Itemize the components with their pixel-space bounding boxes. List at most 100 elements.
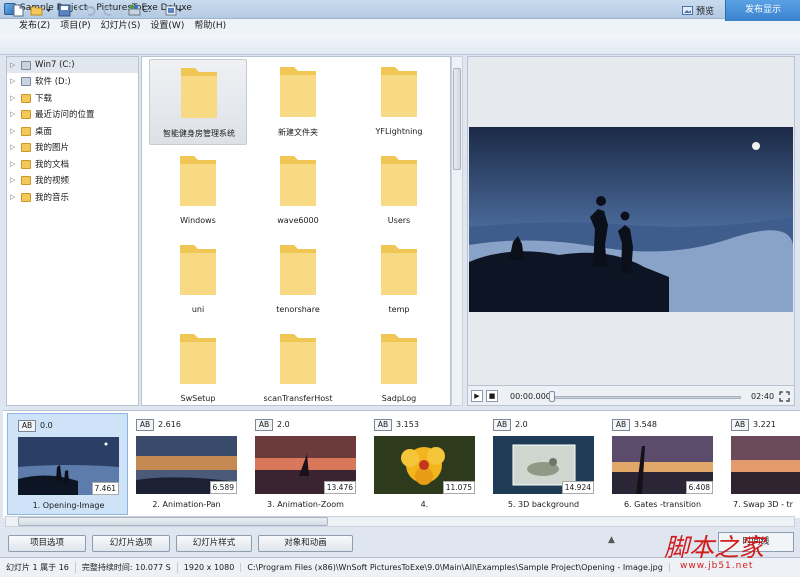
folder-item[interactable]: Users xyxy=(350,148,448,234)
slide-style-button[interactable]: 幻灯片样式 xyxy=(176,535,252,552)
objects-animation-button[interactable]: 对象和动画 xyxy=(258,535,353,552)
folder-scrollbar-thumb[interactable] xyxy=(453,68,461,170)
ab-badge[interactable]: AB xyxy=(374,419,392,431)
folder-icon xyxy=(381,245,417,295)
folder-grid: 智能健身房管理系统 新建文件夹 YFLightning Windows wave… xyxy=(141,56,451,406)
timeline-scrollbar-thumb[interactable] xyxy=(18,517,328,526)
folder-item[interactable]: uni xyxy=(149,237,247,323)
toolbar-separator xyxy=(77,4,78,17)
slide-transition-time: 3.221 xyxy=(753,420,776,429)
folder-icon xyxy=(21,192,31,202)
folder-item[interactable]: scanTransferHost xyxy=(249,326,347,405)
menu-project[interactable]: 项目(P) xyxy=(55,19,95,34)
dropdown-arrow-icon[interactable] xyxy=(45,4,52,17)
view-mode-icon[interactable] xyxy=(165,4,183,17)
ab-badge[interactable]: AB xyxy=(18,420,36,432)
slide-item[interactable]: AB 0.0 7.461 1. Opening-Image xyxy=(7,413,128,515)
slide-name: 2. Animation-Pan xyxy=(152,500,221,509)
tree-item-music[interactable]: ▷ 我的音乐 xyxy=(7,189,138,205)
slide-thumbnail: 13.476 xyxy=(255,436,356,494)
folder-label: Users xyxy=(387,216,411,225)
play-button[interactable]: ▶ xyxy=(471,390,483,402)
time-slider-thumb[interactable] xyxy=(549,391,555,402)
status-resolution: 1920 x 1080 xyxy=(178,563,242,572)
folder-icon xyxy=(180,334,216,384)
time-slider[interactable] xyxy=(551,396,741,399)
tree-item-drive-c[interactable]: ▷ Win7 (C:) xyxy=(7,57,138,73)
expand-arrow-icon[interactable]: ▷ xyxy=(10,77,18,85)
slide-item[interactable]: AB 3.548 6.408 6. Gates -transition xyxy=(602,413,723,515)
save-icon[interactable] xyxy=(58,4,71,17)
expand-arrow-icon[interactable]: ▷ xyxy=(10,61,18,69)
ab-badge[interactable]: AB xyxy=(612,419,630,431)
preview-icon xyxy=(682,6,693,15)
slide-name: 3. Animation-Zoom xyxy=(267,500,344,509)
fullscreen-icon[interactable] xyxy=(779,391,790,402)
watermark-logo: 脚本之家 xyxy=(664,533,765,562)
tree-item-recent[interactable]: ▷ 最近访问的位置 xyxy=(7,106,138,122)
tree-item-drive-d[interactable]: ▷ 软件 (D:) xyxy=(7,73,138,89)
drive-label[interactable]: C: xyxy=(142,5,151,15)
expand-arrow-icon[interactable]: ▷ xyxy=(10,127,18,135)
expand-arrow-icon[interactable]: ▷ xyxy=(10,160,18,168)
tree-item-documents[interactable]: ▷ 我的文档 xyxy=(7,156,138,172)
ab-badge[interactable]: AB xyxy=(731,419,749,431)
slide-item[interactable]: AB 2.0 13.476 3. Animation-Zoom xyxy=(245,413,366,515)
folder-label: tenorshare xyxy=(276,305,320,314)
tree-item-videos[interactable]: ▷ 我的视频 xyxy=(7,172,138,188)
folder-icon xyxy=(280,67,316,117)
slide-thumbnail: 6.589 xyxy=(136,436,237,494)
menu-publish[interactable]: 发布(Z) xyxy=(14,19,55,34)
undo-icon[interactable] xyxy=(84,4,97,17)
expand-arrow-icon[interactable]: ▷ xyxy=(10,143,18,151)
slide-item[interactable]: AB 3.221 7. Swap 3D - tr xyxy=(721,413,800,515)
new-file-icon[interactable] xyxy=(12,4,25,17)
folder-item[interactable]: YFLightning xyxy=(350,59,448,145)
menu-help[interactable]: 帮助(H) xyxy=(189,19,231,34)
tree-item-label: Win7 (C:) xyxy=(35,60,75,70)
folder-label: temp xyxy=(388,305,410,314)
ab-badge[interactable]: AB xyxy=(255,419,273,431)
folder-item[interactable]: 新建文件夹 xyxy=(249,59,347,145)
drive-icon[interactable] xyxy=(128,4,141,17)
slide-name: 6. Gates -transition xyxy=(623,500,702,509)
project-options-button[interactable]: 项目选项 xyxy=(8,535,86,552)
menu-settings[interactable]: 设置(W) xyxy=(145,19,189,34)
expand-arrow-icon[interactable]: ▷ xyxy=(10,110,18,118)
publish-show-button[interactable]: 发布显示 xyxy=(725,0,800,21)
collapse-arrow-icon[interactable]: ▲ xyxy=(608,535,615,545)
folder-label: scanTransferHost xyxy=(263,394,333,403)
folder-item[interactable]: tenorshare xyxy=(249,237,347,323)
slide-duration: 6.408 xyxy=(685,481,713,494)
slide-item[interactable]: AB 3.153 11.075 4. xyxy=(364,413,485,515)
slide-item[interactable]: AB 2.0 14.924 5. 3D background xyxy=(483,413,604,515)
ab-badge[interactable]: AB xyxy=(493,419,511,431)
toolbar xyxy=(0,34,800,55)
expand-arrow-icon[interactable]: ▷ xyxy=(10,193,18,201)
open-folder-icon[interactable] xyxy=(30,4,43,17)
folder-item[interactable]: temp xyxy=(350,237,448,323)
expand-arrow-icon[interactable]: ▷ xyxy=(10,176,18,184)
folder-label: Windows xyxy=(180,216,216,225)
folder-item[interactable]: 智能健身房管理系统 xyxy=(149,59,247,145)
folder-item[interactable]: wave6000 xyxy=(249,148,347,234)
tree-item-downloads[interactable]: ▷ 下载 xyxy=(7,90,138,106)
slide-item[interactable]: AB 2.616 6.589 2. Animation-Pan xyxy=(126,413,247,515)
folder-item[interactable]: Windows xyxy=(149,148,247,234)
menu-slides[interactable]: 幻灯片(S) xyxy=(96,19,146,34)
folder-item[interactable]: SwSetup xyxy=(149,326,247,405)
tree-item-pictures[interactable]: ▷ 我的图片 xyxy=(7,139,138,155)
slide-duration: 7.461 xyxy=(91,482,119,495)
folder-icon xyxy=(280,156,316,206)
folder-icon xyxy=(181,68,217,118)
expand-arrow-icon[interactable]: ▷ xyxy=(10,94,18,102)
ab-badge[interactable]: AB xyxy=(136,419,154,431)
folder-icon xyxy=(280,245,316,295)
folder-icon xyxy=(21,109,31,119)
folder-item[interactable]: SadpLog xyxy=(350,326,448,405)
preview-button[interactable]: 预览 xyxy=(676,2,720,19)
slide-options-button[interactable]: 幻灯片选项 xyxy=(92,535,170,552)
redo-icon[interactable] xyxy=(102,4,115,17)
stop-button[interactable]: ■ xyxy=(486,390,498,402)
tree-item-desktop[interactable]: ▷ 桌面 xyxy=(7,123,138,139)
